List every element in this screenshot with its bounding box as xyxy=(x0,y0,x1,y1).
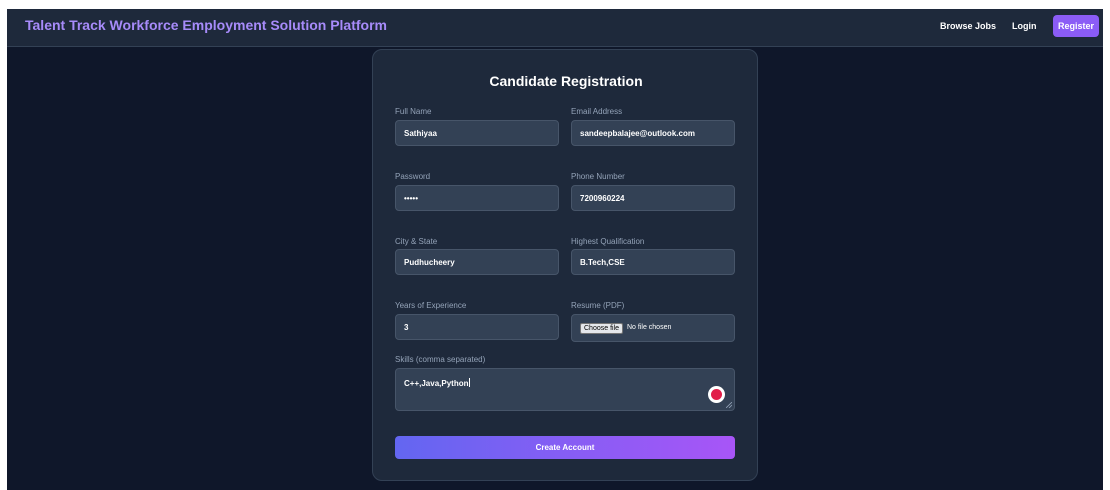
brand-logo[interactable]: Talent Track Workforce Employment Soluti… xyxy=(25,17,387,33)
grammar-assistant-icon[interactable] xyxy=(708,386,725,403)
full-name-label: Full Name xyxy=(395,107,432,116)
assistant-dot xyxy=(711,389,722,400)
resize-grip-icon[interactable] xyxy=(726,402,732,408)
qualification-input[interactable] xyxy=(571,249,735,275)
nav-login[interactable]: Login xyxy=(1012,21,1037,31)
skills-label: Skills (comma separated) xyxy=(395,355,486,364)
nav-register-button[interactable]: Register xyxy=(1053,15,1099,37)
phone-input[interactable] xyxy=(571,185,735,211)
city-state-label: City & State xyxy=(395,237,438,246)
skills-textarea[interactable]: C++,Java,Python xyxy=(395,368,735,411)
choose-file-button[interactable]: Choose file xyxy=(580,323,624,334)
qualification-label: Highest Qualification xyxy=(571,237,645,246)
phone-label: Phone Number xyxy=(571,172,625,181)
skills-value: C++,Java,Python xyxy=(404,378,471,388)
city-state-input[interactable] xyxy=(395,249,559,275)
navbar: Talent Track Workforce Employment Soluti… xyxy=(7,9,1103,47)
file-status-text: No file chosen xyxy=(627,324,672,331)
experience-input[interactable] xyxy=(395,314,559,340)
skills-text: C++,Java,Python xyxy=(404,379,469,388)
resume-label: Resume (PDF) xyxy=(571,301,625,310)
text-caret xyxy=(469,378,471,387)
full-name-input[interactable] xyxy=(395,120,559,146)
registration-card: Candidate Registration Full Name Email A… xyxy=(372,49,758,481)
nav-browse-jobs[interactable]: Browse Jobs xyxy=(940,21,996,31)
email-input[interactable] xyxy=(571,120,735,146)
page-title: Candidate Registration xyxy=(489,73,643,89)
resume-file-input[interactable]: Choose file No file chosen xyxy=(571,314,735,342)
password-label: Password xyxy=(395,172,431,181)
app-window: Talent Track Workforce Employment Soluti… xyxy=(7,9,1103,490)
experience-label: Years of Experience xyxy=(395,301,467,310)
password-input[interactable] xyxy=(395,185,559,211)
create-account-button[interactable]: Create Account xyxy=(395,436,735,459)
email-label: Email Address xyxy=(571,107,623,116)
